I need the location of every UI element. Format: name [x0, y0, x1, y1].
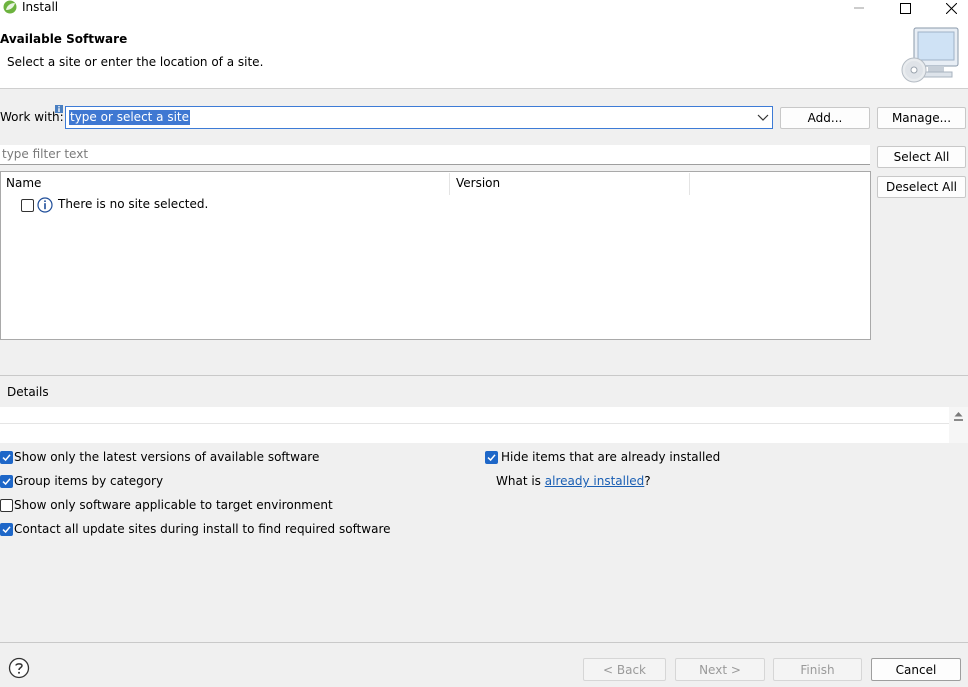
column-divider — [689, 173, 690, 195]
work-with-input[interactable]: type or select a site — [69, 110, 191, 125]
minimize-icon — [854, 7, 864, 9]
details-line — [0, 407, 949, 424]
contact-all-sites-checkbox[interactable] — [0, 523, 13, 536]
show-latest-checkbox[interactable] — [0, 451, 13, 464]
table-row-checkbox[interactable] — [21, 199, 34, 212]
check-icon — [487, 454, 496, 462]
hide-installed-checkbox[interactable] — [485, 451, 498, 464]
scroll-up-icon[interactable] — [954, 411, 963, 417]
scroll-down-icon[interactable] — [954, 419, 963, 422]
group-by-category-label: Group items by category — [14, 474, 164, 488]
content-assist-icon — [55, 105, 63, 113]
back-button[interactable]: < Back — [583, 658, 666, 681]
column-header-version[interactable]: Version — [456, 176, 500, 190]
what-is-prefix: What is — [496, 474, 545, 488]
finish-button[interactable]: Finish — [773, 658, 862, 681]
help-icon[interactable] — [8, 657, 30, 679]
add-site-button[interactable]: Add... — [780, 107, 870, 129]
close-button[interactable] — [928, 0, 968, 16]
deselect-all-button[interactable]: Deselect All — [877, 176, 966, 198]
table-row-label: There is no site selected. — [58, 197, 209, 211]
divider — [0, 375, 968, 376]
what-is-installed-text: What is already installed? — [496, 474, 651, 488]
maximize-button[interactable] — [882, 0, 928, 16]
already-installed-link[interactable]: already installed — [545, 474, 645, 488]
contact-all-sites-label: Contact all update sites during install … — [14, 522, 391, 536]
show-applicable-checkbox[interactable] — [0, 499, 13, 512]
filter-placeholder: type filter text — [2, 147, 89, 161]
column-header-name[interactable]: Name — [6, 176, 41, 190]
spring-leaf-icon — [3, 0, 17, 14]
filter-field[interactable]: type filter text — [0, 145, 870, 165]
divider — [0, 642, 968, 643]
title-bar: Install — [0, 0, 968, 22]
cancel-button[interactable]: Cancel — [871, 658, 961, 681]
page-description: Select a site or enter the location of a… — [7, 55, 264, 69]
group-by-category-checkbox[interactable] — [0, 475, 13, 488]
wizard-banner: Available Software Select a site or ente… — [0, 22, 968, 89]
check-icon — [2, 526, 11, 534]
show-latest-label: Show only the latest versions of availab… — [14, 450, 320, 464]
column-divider — [449, 173, 450, 195]
maximize-icon — [899, 2, 911, 14]
work-with-combo[interactable]: type or select a site — [65, 106, 773, 129]
what-is-suffix: ? — [644, 474, 651, 488]
select-all-button[interactable]: Select All — [877, 146, 966, 168]
window-title: Install — [22, 0, 59, 14]
chevron-down-icon[interactable] — [756, 112, 770, 124]
page-title: Available Software — [0, 32, 128, 46]
hide-installed-label: Hide items that are already installed — [501, 450, 721, 464]
check-icon — [2, 454, 11, 462]
show-applicable-label: Show only software applicable to target … — [14, 498, 333, 512]
manage-sites-button[interactable]: Manage... — [877, 107, 966, 129]
details-label: Details — [7, 385, 49, 399]
info-icon — [37, 197, 53, 213]
close-icon — [945, 2, 957, 14]
details-scrollbar[interactable] — [949, 407, 968, 443]
minimize-button[interactable] — [836, 0, 882, 16]
computer-cd-icon — [901, 27, 959, 83]
next-button[interactable]: Next > — [675, 658, 765, 681]
details-text-area[interactable] — [0, 407, 968, 443]
check-icon — [2, 478, 11, 486]
software-table[interactable]: Name Version There is no site selected. — [0, 171, 871, 340]
